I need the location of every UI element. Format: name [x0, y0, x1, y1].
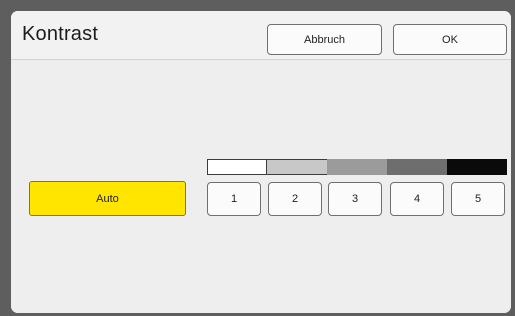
auto-button[interactable]: Auto	[29, 181, 186, 216]
ok-button[interactable]: OK	[393, 24, 507, 55]
dialog-content: Auto 1 2 3 4 5	[11, 60, 511, 313]
contrast-swatch-2	[267, 159, 327, 175]
contrast-level-5-button[interactable]: 5	[451, 182, 505, 216]
contrast-swatch-4	[387, 159, 447, 175]
contrast-dialog: Kontrast Abbruch OK Auto 1 2 3 4 5	[11, 11, 511, 313]
dialog-header: Kontrast Abbruch OK	[11, 11, 511, 60]
screen-frame: Kontrast Abbruch OK Auto 1 2 3 4 5	[0, 0, 515, 316]
contrast-swatch-1	[207, 159, 267, 175]
contrast-level-2-button[interactable]: 2	[268, 182, 322, 216]
contrast-swatch-3	[327, 159, 387, 175]
contrast-level-3-button[interactable]: 3	[328, 182, 382, 216]
cancel-button[interactable]: Abbruch	[267, 24, 382, 55]
dialog-title: Kontrast	[22, 23, 99, 45]
contrast-swatch-5	[447, 159, 507, 175]
contrast-level-1-button[interactable]: 1	[207, 182, 261, 216]
contrast-level-4-button[interactable]: 4	[390, 182, 444, 216]
